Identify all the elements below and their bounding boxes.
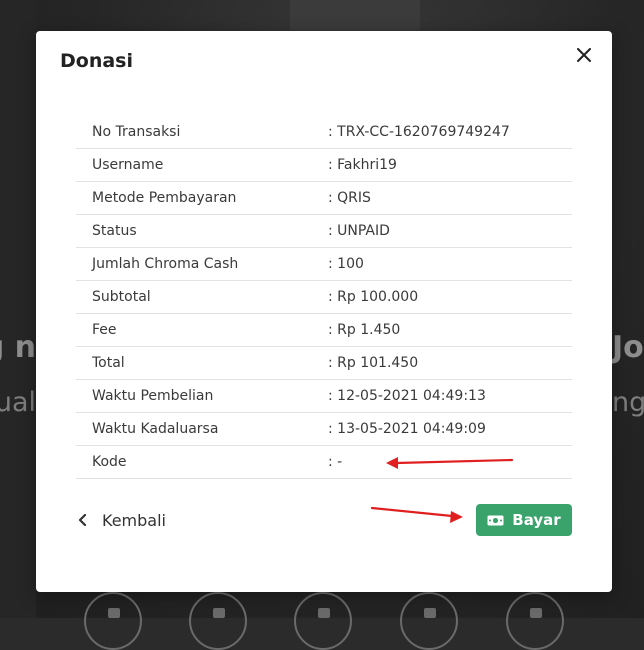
detail-row-code: Kode : -: [76, 446, 572, 479]
detail-label: Total: [92, 355, 125, 371]
detail-row-purchase-time: Waktu Pembelian : 12-05-2021 04:49:13: [76, 380, 572, 413]
backdrop-social-icon: [84, 592, 142, 650]
detail-row-fee: Fee : Rp 1.450: [76, 314, 572, 347]
backdrop-left-edge: [0, 0, 36, 618]
detail-label: Fee: [92, 322, 117, 338]
detail-value: : 13-05-2021 04:49:09: [328, 421, 486, 437]
modal-title: Donasi: [60, 50, 133, 72]
detail-value: : TRX-CC-1620769749247: [328, 124, 510, 140]
backdrop-social-icon: [189, 592, 247, 650]
detail-value: : Rp 101.450: [328, 355, 419, 371]
detail-label: Username: [92, 157, 164, 173]
detail-row-subtotal: Subtotal : Rp 100.000: [76, 281, 572, 314]
backdrop-social-icon: [506, 592, 564, 650]
donation-modal: Donasi No Transaksi : TRX-CC-16207697492…: [36, 31, 612, 592]
detail-row-payment-method: Metode Pembayaran : QRIS: [76, 182, 572, 215]
detail-value: : Rp 100.000: [328, 289, 419, 305]
transaction-details-table: No Transaksi : TRX-CC-1620769749247 User…: [76, 116, 572, 479]
detail-row-expiry-time: Waktu Kadaluarsa : 13-05-2021 04:49:09: [76, 413, 572, 446]
backdrop-heading-left: g n: [0, 330, 36, 365]
detail-label: Kode: [92, 454, 127, 470]
detail-label: Subtotal: [92, 289, 151, 305]
backdrop-subheading-right: ng: [612, 387, 644, 418]
detail-value: : QRIS: [328, 190, 371, 206]
pay-button[interactable]: Bayar: [476, 504, 572, 536]
detail-row-status: Status : UNPAID: [76, 215, 572, 248]
detail-label: Waktu Kadaluarsa: [92, 421, 219, 437]
detail-label: Jumlah Chroma Cash: [92, 256, 239, 272]
detail-label: Waktu Pembelian: [92, 388, 214, 404]
backdrop-social-icon: [400, 592, 458, 650]
money-icon: [487, 515, 504, 525]
backdrop-social-icon: [294, 592, 352, 650]
detail-row-username: Username : Fakhri19: [76, 149, 572, 182]
backdrop-heading-right: Jo: [612, 330, 644, 365]
detail-value: : Fakhri19: [328, 157, 397, 173]
detail-label: Status: [92, 223, 137, 239]
back-button-label: Kembali: [102, 510, 166, 530]
detail-value: : UNPAID: [328, 223, 390, 239]
close-button[interactable]: [572, 43, 596, 67]
detail-row-chroma-cash-amount: Jumlah Chroma Cash : 100: [76, 248, 572, 281]
backdrop-subheading-left: ual: [0, 387, 36, 418]
detail-value: : 12-05-2021 04:49:13: [328, 388, 486, 404]
detail-row-transaction-number: No Transaksi : TRX-CC-1620769749247: [76, 116, 572, 149]
detail-label: Metode Pembayaran: [92, 190, 237, 206]
detail-row-total: Total : Rp 101.450: [76, 347, 572, 380]
backdrop-header-block: [290, 0, 420, 30]
close-icon: [577, 48, 591, 62]
back-button[interactable]: Kembali: [78, 508, 166, 532]
detail-value: : 100: [328, 256, 364, 272]
pay-button-label: Bayar: [512, 511, 561, 529]
detail-value: : Rp 1.450: [328, 322, 401, 338]
detail-label: No Transaksi: [92, 124, 181, 140]
detail-value: : -: [328, 454, 343, 470]
chevron-left-icon: [78, 513, 92, 527]
